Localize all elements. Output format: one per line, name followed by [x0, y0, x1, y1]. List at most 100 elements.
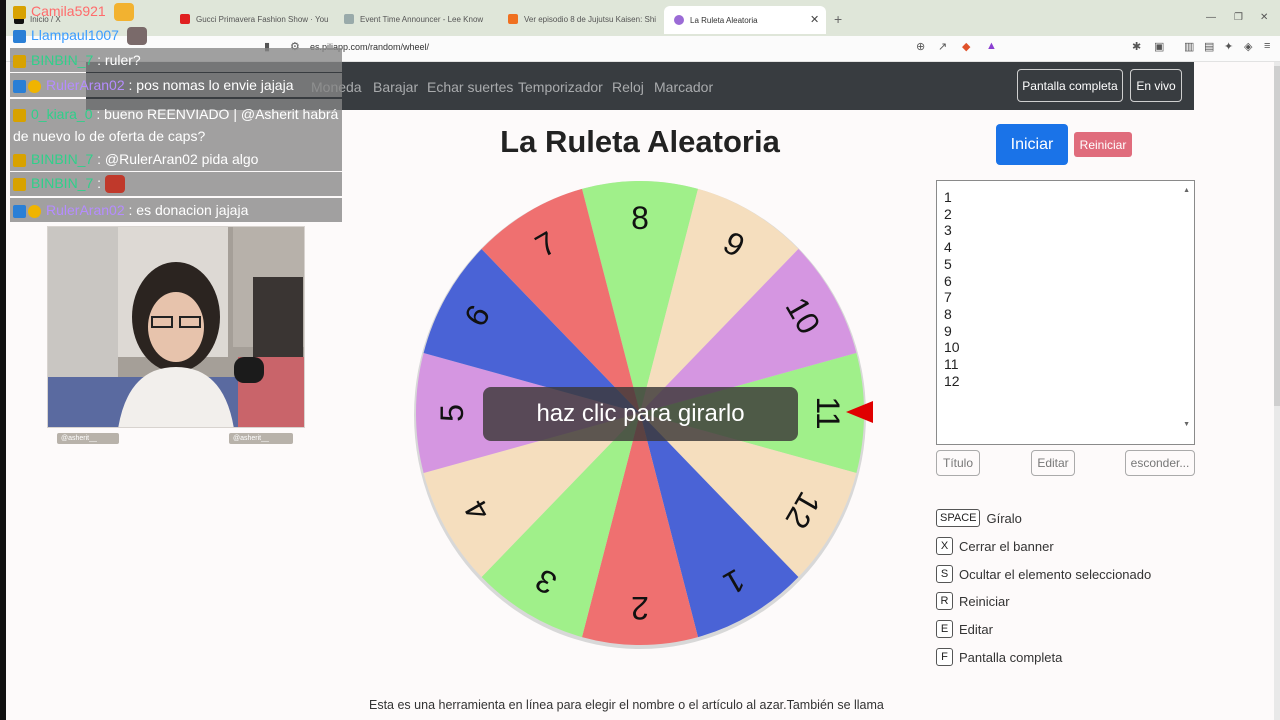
chat-message: prime Llampaul1007	[10, 24, 342, 48]
crown-badge-icon: crown	[13, 5, 26, 19]
key-e: E	[936, 620, 953, 638]
chat-message: crown BINBIN_7 : ruler?	[10, 48, 342, 72]
restore-icon[interactable]: ❐	[1234, 12, 1243, 23]
chat-username[interactable]: RulerAran02	[46, 77, 125, 93]
reset-button[interactable]: Reiniciar	[1074, 132, 1132, 157]
wheel-label-8: 8	[631, 200, 649, 236]
chat-line: crown Camila5921	[13, 3, 134, 22]
shortcut-s: S Ocultar el elemento seleccionado	[936, 565, 1151, 583]
start-button[interactable]: Iniciar	[996, 124, 1068, 165]
chat-username[interactable]: BINBIN_7	[31, 175, 93, 191]
spin-overlay[interactable]: haz clic para girarlo	[483, 387, 798, 441]
nav-reloj[interactable]: Reloj	[612, 79, 644, 95]
chat-username[interactable]: BINBIN_7	[31, 52, 93, 68]
tab-event-time[interactable]: Event Time Announcer - Lee Know	[344, 8, 494, 30]
chat-username[interactable]: BINBIN_7	[31, 151, 93, 167]
shortcut-space: SPACE Gíralo	[936, 509, 1022, 527]
shortcut-f: F Pantalla completa	[936, 648, 1062, 666]
list-item: 5	[944, 255, 952, 272]
chat-line: crown BINBIN_7 :	[13, 174, 126, 194]
chat-message: crown BINBIN_7 : @RulerAran02 pida algo	[10, 147, 342, 171]
list-item: 12	[944, 372, 960, 389]
webcam-caption-left: @asherit__	[57, 433, 119, 444]
list-item: 11	[944, 356, 959, 373]
chat-line: crown BINBIN_7 : ruler?	[13, 52, 141, 68]
list-item: 6	[944, 272, 952, 289]
items-textarea[interactable]: 1 2 3 4 5 6 7 8 9 10 11 12 ▲ ▼	[936, 180, 1195, 445]
tab-ruleta-active[interactable]: La Ruleta Aleatoria	[664, 6, 826, 34]
wheel-label-5: 5	[434, 404, 470, 422]
list-item: 7	[944, 289, 952, 306]
scroll-up-icon[interactable]: ▲	[1183, 183, 1190, 200]
prime-badge-icon: prime	[13, 204, 26, 218]
shortcut-label: Reiniciar	[959, 593, 1010, 609]
shortcut-label: Editar	[959, 621, 993, 637]
page-favicon-icon	[344, 14, 354, 24]
chat-username[interactable]: Camila5921	[31, 3, 106, 19]
stream-left-edge	[0, 0, 6, 720]
edit-button[interactable]: Editar	[1031, 450, 1075, 476]
wallet-icon[interactable]: ▤	[1204, 40, 1214, 53]
rewards-icon[interactable]: ▲	[986, 40, 997, 52]
list-item: 9	[944, 322, 952, 339]
hide-button[interactable]: esconder...	[1125, 450, 1195, 476]
chat-text: : ruler?	[93, 52, 141, 68]
crown-badge-icon: crown	[13, 54, 26, 68]
live-button[interactable]: En vivo	[1130, 69, 1182, 102]
list-item: 3	[944, 222, 952, 239]
footer-description: Esta es una herramienta en línea para el…	[369, 698, 884, 712]
menu-icon[interactable]: ≡	[1264, 40, 1270, 52]
chat-username[interactable]: 0_kiara_0	[31, 106, 93, 122]
minimize-icon[interactable]: —	[1206, 12, 1216, 23]
chat-text: :	[93, 174, 102, 191]
chat-line: primewarn RulerAran02 : es donacion jajaj…	[13, 202, 248, 218]
close-tab-icon[interactable]: ✕	[810, 13, 819, 26]
nav-marcador[interactable]: Marcador	[654, 79, 713, 95]
split-view-icon[interactable]: ▥	[1184, 40, 1194, 53]
chat-emote-icon	[113, 3, 134, 22]
list-item: 1	[944, 189, 952, 205]
zoom-icon[interactable]: ⊕	[916, 40, 925, 53]
close-window-icon[interactable]: ✕	[1260, 12, 1268, 23]
key-x: X	[936, 537, 953, 555]
crown-badge-icon: crown	[13, 153, 26, 167]
list-item: 10	[944, 339, 960, 356]
key-space: SPACE	[936, 509, 981, 527]
leo-icon[interactable]: ✦	[1224, 40, 1233, 53]
share-icon[interactable]: ↗	[938, 40, 947, 53]
chat-text	[106, 3, 110, 19]
sidebar-icon[interactable]: ▣	[1154, 40, 1164, 53]
key-r: R	[936, 592, 953, 610]
extensions-icon[interactable]: ✱	[1132, 40, 1141, 53]
chat-username[interactable]: Llampaul1007	[31, 27, 119, 43]
shortcut-label: Pantalla completa	[959, 649, 1063, 665]
chat-line: crown0_kiara_0 : bueno REENVIADO | @Ashe…	[13, 103, 342, 147]
scrollbar-thumb[interactable]	[1274, 66, 1280, 406]
chat-text: : es donacion jajaja	[124, 202, 249, 218]
webcam-caption-right: @asherit__	[229, 433, 293, 444]
list-item: 8	[944, 305, 952, 322]
scroll-down-icon[interactable]: ▼	[1183, 417, 1190, 434]
chat-message: primewarn RulerAran02 : pos nomas lo envi…	[10, 73, 342, 97]
items-list: 1 2 3 4 5 6 7 8 9 10 11 12	[944, 189, 1187, 389]
shortcut-e: E Editar	[936, 620, 993, 638]
nav-temporizador[interactable]: Temporizador	[518, 79, 603, 95]
wheel-label-11: 11	[810, 396, 846, 429]
shortcut-r: R Reiniciar	[936, 592, 1010, 610]
new-tab-icon[interactable]: +	[834, 11, 842, 27]
nav-barajar[interactable]: Barajar	[373, 79, 418, 95]
chat-message: crown Camila5921	[10, 0, 342, 24]
chat-message: crown0_kiara_0 : bueno REENVIADO | @Ashe…	[10, 99, 342, 147]
shortcut-x: X Cerrar el banner	[936, 537, 1054, 555]
shortcut-label: Gíralo	[986, 510, 1022, 526]
title-button[interactable]: Título	[936, 450, 980, 476]
webcam-image	[48, 227, 304, 427]
tab-jujutsu[interactable]: Ver episodio 8 de Jujutsu Kaisen: Shi	[508, 8, 658, 30]
vpn-icon[interactable]: ◈	[1244, 40, 1252, 53]
chat-username[interactable]: RulerAran02	[46, 202, 125, 218]
fullscreen-button[interactable]: Pantalla completa	[1017, 69, 1123, 102]
crown-badge-icon: crown	[13, 177, 26, 191]
webcam-feed	[47, 226, 305, 428]
nav-echar-suertes[interactable]: Echar suertes	[427, 79, 513, 95]
brave-shield-icon[interactable]: ◆	[962, 40, 970, 53]
